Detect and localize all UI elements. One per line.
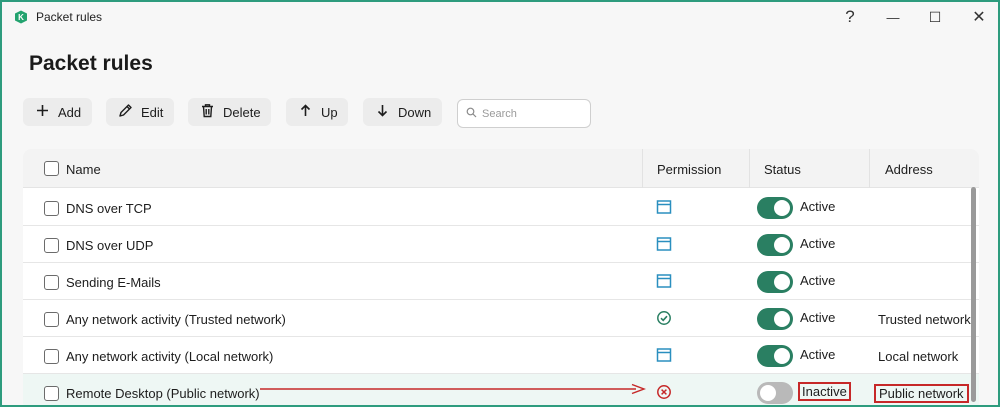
status-toggle[interactable] [757, 234, 793, 256]
svg-text:K: K [18, 13, 24, 22]
status-toggle[interactable] [757, 382, 793, 404]
row-checkbox[interactable] [44, 238, 59, 253]
vertical-scrollbar[interactable] [971, 187, 976, 402]
title-bar: K Packet rules ? — ☐ ✕ [2, 2, 998, 32]
header-name[interactable]: Name [66, 162, 101, 177]
window-icon [656, 199, 672, 215]
up-label: Up [321, 104, 338, 120]
block-circle-icon [656, 384, 672, 400]
status-label: Active [800, 236, 836, 251]
edit-label: Edit [141, 104, 164, 120]
trash-icon [200, 103, 215, 121]
up-button[interactable]: Up [286, 98, 348, 126]
help-button[interactable]: ? [835, 4, 865, 30]
rule-name: Remote Desktop (Public network) [66, 386, 260, 401]
rule-name: Any network activity (Local network) [66, 349, 274, 364]
arrow-down-icon [375, 103, 390, 121]
status-label: Active [800, 273, 836, 288]
plus-icon [35, 103, 50, 121]
address-value: Trusted network [878, 312, 971, 327]
search-input[interactable] [482, 107, 582, 120]
maximize-button[interactable]: ☐ [920, 4, 950, 30]
row-checkbox[interactable] [44, 349, 59, 364]
rule-name: Any network activity (Trusted network) [66, 312, 286, 327]
window-icon [656, 273, 672, 289]
down-label: Down [398, 104, 432, 120]
header-permission[interactable]: Permission [657, 162, 721, 177]
status-label: Active [800, 199, 836, 214]
search-icon [466, 105, 477, 123]
search-box[interactable] [457, 99, 591, 128]
table-row[interactable]: DNS over UDP Active [23, 226, 979, 263]
pencil-icon [118, 103, 133, 121]
column-divider[interactable] [749, 149, 750, 188]
status-toggle[interactable] [757, 271, 793, 293]
status-label: Inactive [798, 382, 851, 401]
status-label: Active [800, 347, 836, 362]
table-row[interactable]: Any network activity (Local network) Act… [23, 337, 979, 374]
header-status[interactable]: Status [764, 162, 801, 177]
down-button[interactable]: Down [363, 98, 442, 126]
delete-button[interactable]: Delete [188, 98, 271, 126]
status-toggle[interactable] [757, 308, 793, 330]
window-icon [656, 347, 672, 363]
table-row[interactable]: Sending E-Mails Active [23, 263, 979, 300]
add-button[interactable]: Add [23, 98, 92, 126]
minimize-button[interactable]: — [878, 4, 908, 30]
select-all-checkbox[interactable] [44, 161, 59, 176]
annotation-arrow-icon [260, 383, 646, 395]
status-label: Active [800, 310, 836, 325]
row-checkbox[interactable] [44, 312, 59, 327]
status-toggle[interactable] [757, 197, 793, 219]
status-toggle[interactable] [757, 345, 793, 367]
add-label: Add [58, 104, 82, 120]
rule-name: DNS over TCP [66, 201, 152, 216]
table-header: Name Permission Status Address [23, 149, 979, 188]
packet-rules-table: Name Permission Status Address DNS over … [23, 149, 979, 405]
close-button[interactable]: ✕ [964, 4, 994, 30]
address-value: Public network [874, 384, 969, 403]
packet-rules-window: K Packet rules ? — ☐ ✕ Packet rules Add … [0, 0, 1000, 407]
window-icon [656, 236, 672, 252]
delete-label: Delete [223, 104, 261, 120]
page-title: Packet rules [29, 52, 153, 75]
window-title: Packet rules [36, 10, 103, 24]
table-row[interactable]: Any network activity (Trusted network) A… [23, 300, 979, 337]
rule-name: DNS over UDP [66, 238, 154, 253]
row-checkbox[interactable] [44, 386, 59, 401]
column-divider[interactable] [642, 149, 643, 188]
row-checkbox[interactable] [44, 275, 59, 290]
check-circle-icon [656, 310, 672, 326]
row-checkbox[interactable] [44, 201, 59, 216]
header-address[interactable]: Address [885, 162, 933, 177]
address-value: Local network [878, 349, 959, 364]
arrow-up-icon [298, 103, 313, 121]
rule-name: Sending E-Mails [66, 275, 161, 290]
app-logo-icon: K [14, 10, 28, 24]
column-divider[interactable] [869, 149, 870, 188]
table-row[interactable]: DNS over TCP Active [23, 189, 979, 226]
edit-button[interactable]: Edit [106, 98, 174, 126]
